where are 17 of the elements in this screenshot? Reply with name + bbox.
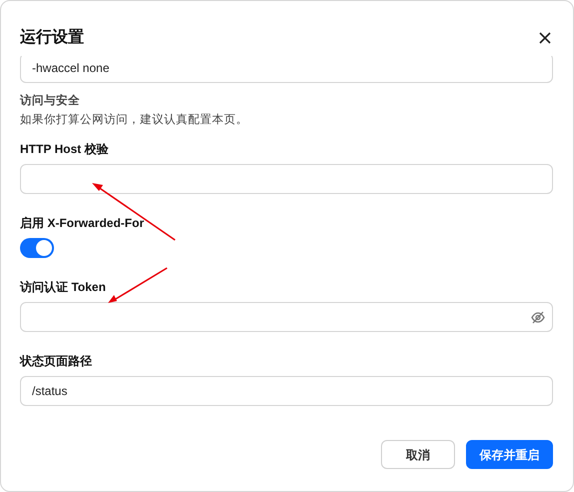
eye-slash-icon[interactable] bbox=[531, 310, 545, 324]
section-title: 访问与安全 bbox=[20, 93, 80, 109]
toggle-switch[interactable] bbox=[20, 238, 54, 258]
save-restart-button[interactable]: 保存并重启 bbox=[466, 440, 553, 469]
input-field[interactable]: /status bbox=[20, 376, 553, 406]
input-field[interactable]: -hwaccel none bbox=[20, 56, 553, 83]
dialog-title: 运行设置 bbox=[20, 28, 84, 48]
password-field[interactable] bbox=[20, 302, 553, 332]
annotation-arrow bbox=[108, 267, 168, 303]
input-field[interactable] bbox=[20, 164, 553, 194]
field-label: 状态页面路径 bbox=[20, 353, 92, 369]
field-label: 启用 X-Forwarded-For bbox=[20, 215, 144, 231]
cancel-button[interactable]: 取消 bbox=[381, 440, 455, 469]
section-description: 如果你打算公网访问，建议认真配置本页。 bbox=[20, 112, 248, 128]
field-label: 访问认证 Token bbox=[20, 279, 106, 295]
close-button[interactable] bbox=[537, 30, 553, 46]
field-label: HTTP Host 校验 bbox=[20, 141, 108, 157]
